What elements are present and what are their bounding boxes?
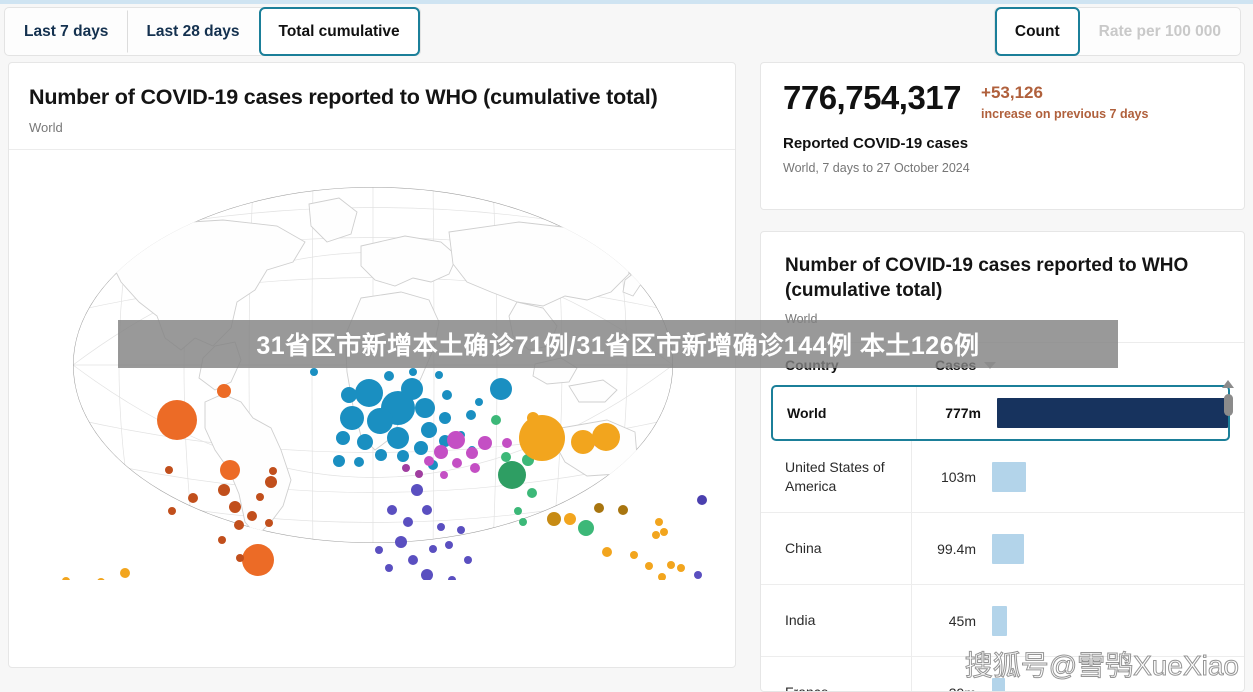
table-scrollbar[interactable]: [1220, 380, 1236, 680]
table-row[interactable]: United States of America 103m: [761, 441, 1244, 514]
row-bar: [992, 677, 1005, 691]
delta-value: +53,126: [981, 83, 1043, 102]
summary-stat-card: 776,754,317 +53,126 increase on previous…: [760, 62, 1245, 210]
measure-tab-group: Count Rate per 100 000: [993, 7, 1241, 56]
row-cases: 45m: [948, 612, 976, 629]
map-graticule: [73, 186, 673, 543]
row-country: France: [761, 683, 911, 691]
tab-last-28-days[interactable]: Last 28 days: [127, 10, 258, 53]
column-header-cases-label: Cases: [935, 357, 977, 374]
table-subtitle: World: [785, 312, 818, 327]
period-tab-group: Last 7 days Last 28 days Total cumulativ…: [4, 7, 421, 56]
delta-caption: increase on previous 7 days: [981, 106, 1149, 121]
world-map[interactable]: WHO Regions Africa Americas Eastern Medi…: [9, 150, 736, 667]
row-cases: 103m: [940, 468, 976, 485]
map-panel: Number of COVID-19 cases reported to WHO…: [8, 62, 736, 668]
row-country: World: [773, 387, 917, 440]
toolbar: Last 7 days Last 28 days Total cumulativ…: [0, 4, 1253, 58]
column-header-cases[interactable]: Cases: [935, 357, 997, 374]
map-panel-header: Number of COVID-19 cases reported to WHO…: [9, 63, 735, 150]
column-header-country[interactable]: Country: [785, 357, 935, 373]
map-title: Number of COVID-19 cases reported to WHO…: [29, 85, 658, 109]
table-body: World 777m United States of America 103m…: [761, 385, 1244, 691]
row-country: United States of America: [785, 458, 885, 494]
world-map-svg[interactable]: [9, 150, 736, 580]
stat-label: Reported COVID-19 cases: [783, 134, 969, 152]
row-country: India: [785, 612, 816, 629]
row-bar: [992, 461, 1026, 492]
tab-count[interactable]: Count: [994, 7, 1080, 56]
row-bar: [992, 605, 1007, 636]
tab-total-cumulative[interactable]: Total cumulative: [258, 7, 420, 56]
stat-sublabel: World, 7 days to 27 October 2024: [783, 160, 970, 175]
row-bar-cell: [989, 398, 1228, 429]
table-header-row: Country Cases: [761, 343, 1244, 385]
table-row[interactable]: China 99.4m: [761, 513, 1244, 586]
tab-last-7-days[interactable]: Last 7 days: [5, 10, 127, 53]
scrollbar-thumb[interactable]: [1223, 394, 1233, 416]
row-cases: 39m: [912, 685, 984, 691]
sort-descending-caret-icon[interactable]: [984, 361, 997, 369]
map-subtitle: World: [29, 119, 63, 135]
legend-title: WHO Regions: [9, 666, 735, 667]
row-bar-cell: [984, 605, 1244, 636]
row-country: China: [785, 540, 822, 557]
map-legend: WHO Regions Africa Americas Eastern Medi…: [9, 666, 735, 667]
table-row[interactable]: World 777m: [771, 385, 1230, 442]
tab-rate-per-100000[interactable]: Rate per 100 000: [1080, 10, 1240, 53]
row-cases: 777m: [945, 405, 981, 422]
table-title: Number of COVID-19 cases reported to WHO…: [785, 255, 1189, 301]
row-bar-cell: [984, 461, 1244, 492]
row-bar-cell: [984, 677, 1244, 691]
country-table-card: Number of COVID-19 cases reported to WHO…: [760, 231, 1245, 692]
dashboard-root: Last 7 days Last 28 days Total cumulativ…: [0, 0, 1253, 692]
row-bar: [997, 398, 1228, 429]
scroll-up-arrow-icon[interactable]: [1222, 380, 1234, 388]
row-cases: 99.4m: [937, 540, 976, 557]
table-row[interactable]: India 45m: [761, 585, 1244, 658]
row-bar-cell: [984, 533, 1244, 564]
total-cases-value: 776,754,317: [783, 79, 962, 116]
table-row[interactable]: France 39m: [761, 657, 1244, 691]
row-bar: [992, 533, 1025, 564]
